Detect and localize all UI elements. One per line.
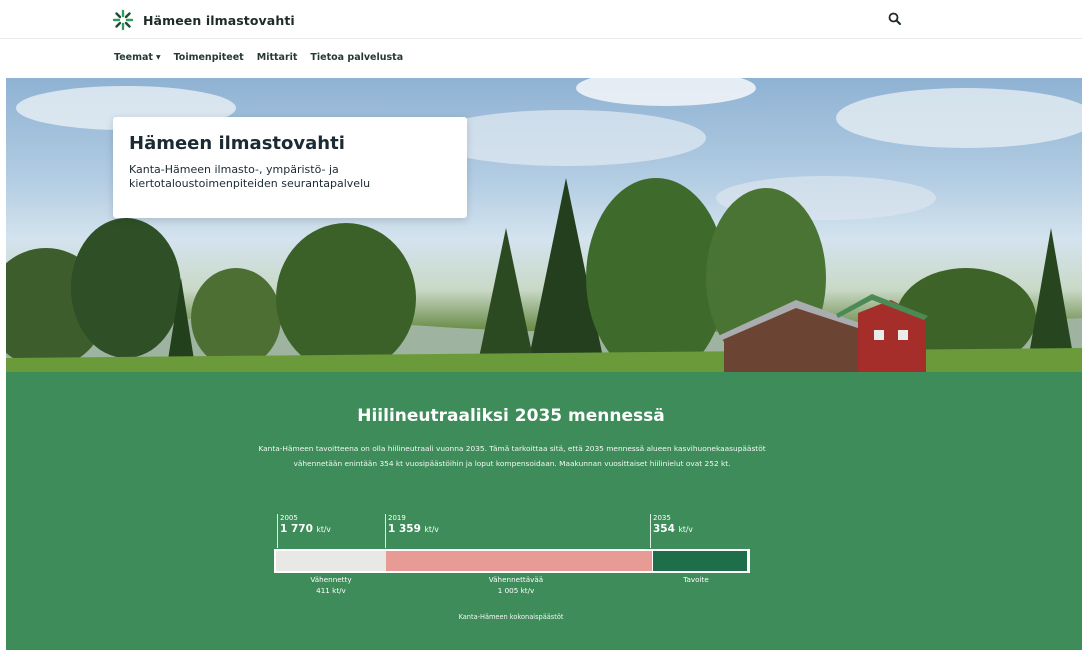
hero-title: Hämeen ilmastovahti: [129, 133, 345, 154]
milestone-unit: kt/v: [424, 525, 439, 534]
segment-label: Vähennetty: [310, 575, 352, 584]
nav-item-toimenpiteet[interactable]: Toimenpiteet: [174, 52, 244, 63]
bar-caption: Kanta-Hämeen kokonaispäästöt: [458, 613, 564, 621]
hero-subtitle: Kanta-Hämeen ilmasto-, ympäristö- ja kie…: [129, 163, 371, 190]
segment-target: [652, 551, 747, 571]
milestone-2005: 2005 1 770 kt/v: [277, 514, 331, 548]
emissions-bar: [274, 549, 750, 573]
milestone-unit: kt/v: [678, 525, 693, 534]
segment-label-to-reduce: Vähennettävää 1 005 kt/v: [446, 574, 586, 596]
hero-card: Hämeen ilmastovahti Kanta-Hämeen ilmasto…: [113, 117, 467, 218]
section-title: Hiilineutraaliksi 2035 mennessä: [357, 406, 665, 426]
section-description: Kanta-Hämeen tavoitteena on olla hiiline…: [258, 444, 766, 469]
milestone-year: 2035: [653, 514, 671, 522]
nav-item-mittarit[interactable]: Mittarit: [257, 52, 298, 63]
brand-link[interactable]: Hämeen ilmastovahti: [112, 9, 295, 31]
caret-down-icon: ▼: [155, 54, 161, 61]
burst-logo-icon: [112, 9, 134, 31]
milestone-2019: 2019 1 359 kt/v: [385, 514, 439, 548]
segment-label-target: Tavoite: [656, 574, 736, 585]
milestone-value: 1 359: [388, 523, 421, 535]
search-icon[interactable]: [887, 11, 903, 27]
nav-item-tietoa-palvelusta[interactable]: Tietoa palvelusta: [310, 52, 403, 63]
milestone-unit: kt/v: [316, 525, 331, 534]
carbon-neutral-section: Hiilineutraaliksi 2035 mennessä Kanta-Hä…: [6, 372, 1082, 650]
segment-label-reduced: Vähennetty 411 kt/v: [286, 574, 376, 596]
milestone-value: 354: [653, 523, 675, 535]
milestone-year: 2019: [388, 514, 406, 522]
nav-label: Teemat: [114, 52, 153, 63]
segment-value: 411 kt/v: [316, 586, 346, 595]
segment-to-reduce: [386, 551, 652, 571]
hero-banner: Hämeen ilmastovahti Kanta-Hämeen ilmasto…: [6, 78, 1082, 372]
milestone-year: 2005: [280, 514, 298, 522]
top-bar: Hämeen ilmastovahti: [0, 0, 1082, 39]
milestone-2035: 2035 354 kt/v: [650, 514, 693, 548]
segment-label: Tavoite: [683, 575, 709, 584]
nav-item-teemat[interactable]: Teemat ▼: [114, 52, 161, 63]
brand-name: Hämeen ilmastovahti: [143, 12, 295, 28]
segment-value: 1 005 kt/v: [497, 586, 535, 595]
segment-reduced: [276, 551, 386, 571]
milestone-value: 1 770: [280, 523, 313, 535]
segment-label: Vähennettävää: [488, 575, 544, 584]
main-nav: Teemat ▼ Toimenpiteet Mittarit Tietoa pa…: [0, 39, 1082, 77]
